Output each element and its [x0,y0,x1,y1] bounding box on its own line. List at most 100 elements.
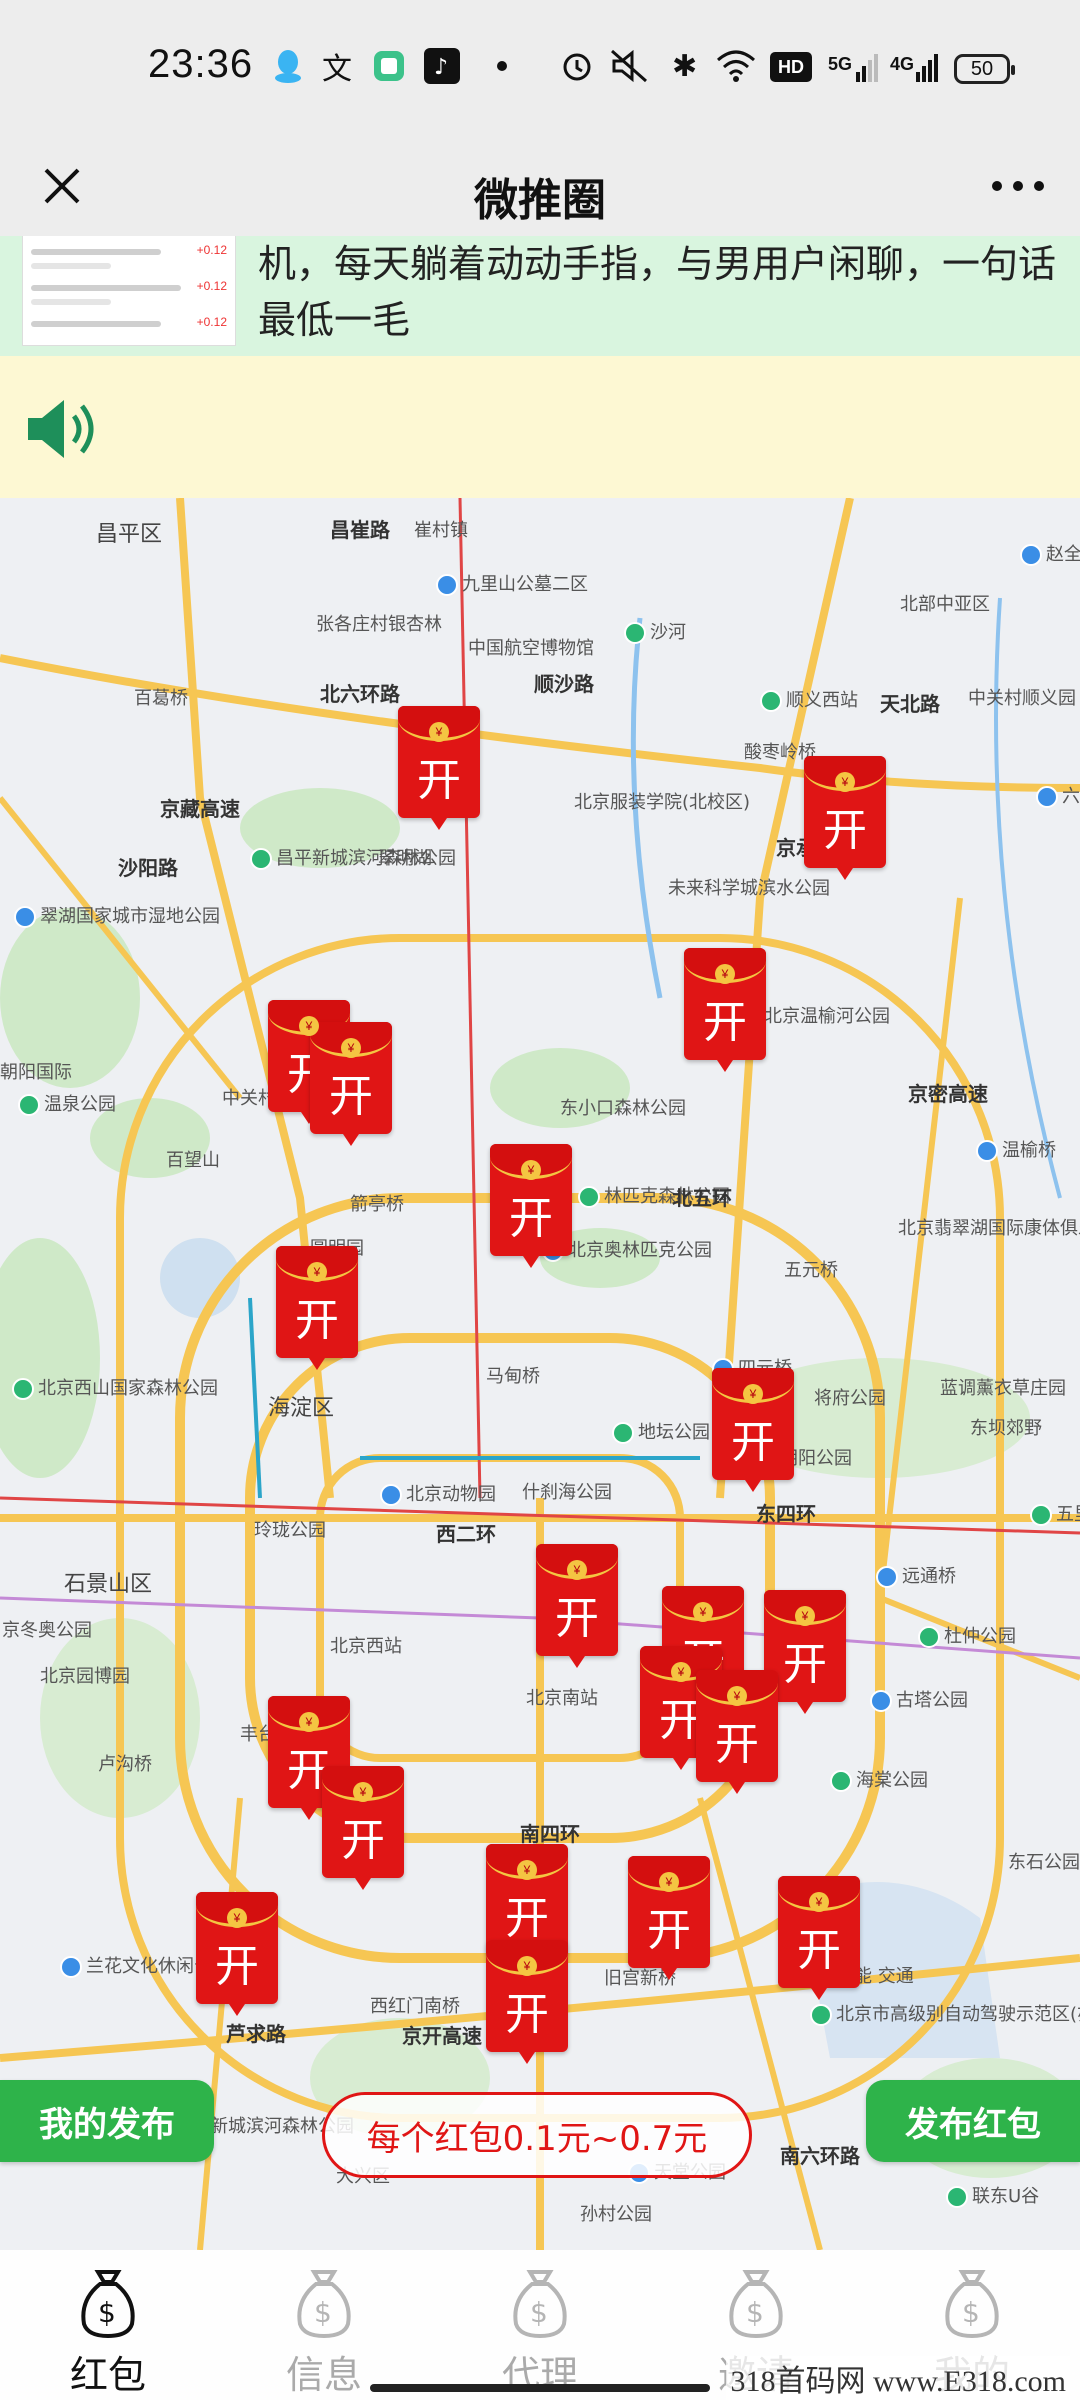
banner-text: 机，每天躺着动动手指，与男用户闲聊，一句话最低一毛 [258,242,1057,342]
map-label-text: 东坝郊野 [970,1418,1042,1439]
red-packet-marker[interactable]: ¥开 [778,1876,860,2000]
yuan-coin-icon: ¥ [341,1038,361,1058]
home-indicator[interactable] [370,2384,710,2392]
map-label: 北五环 [672,1182,732,1211]
map-label-text: 百葛桥 [134,688,188,709]
map-label-text: 孙村公园 [580,2204,652,2225]
red-packet-marker[interactable]: ¥开 [490,1144,572,1268]
map-label-text: 北京西站 [330,1636,402,1657]
map-label: 昌平区 [96,516,162,548]
poi-marker-icon [810,2004,832,2026]
map-label-text: 北六环路 [320,682,400,706]
speaker-icon[interactable] [26,394,106,464]
red-packet-marker[interactable]: ¥开 [804,756,886,880]
red-packet-marker[interactable]: ¥开 [398,706,480,830]
map-label-text: 昌崔路 [330,518,390,542]
map-label-text: 沙阳路 [118,856,178,880]
map-label-text: 九里山公墓二区 [462,574,588,595]
yuan-coin-icon: ¥ [517,1860,537,1880]
map-label-text: 张各庄村银杏林 [316,614,442,635]
map-label: 杜仲公园 [918,1622,1016,1648]
map-label: 马甸桥 [486,1362,540,1388]
red-packet-marker[interactable]: ¥开 [536,1544,618,1668]
poi-marker-icon [946,2186,968,2208]
red-packet-open-label: 开 [295,1295,339,1346]
map-label-text: 北京园博园 [40,1666,130,1687]
tab-label: 信息 [285,2353,362,2397]
map-label-text: 温泉公园 [44,1094,116,1115]
thumb-amount: +0.12 [196,315,227,329]
map-label-text: 京冬奥公园 [2,1620,92,1641]
tab-red-packet[interactable]: $ 红包 [0,2250,216,2400]
map-label-text: 东石公园 [1008,1852,1080,1873]
packet-range-badge: 每个红包0.1元~0.7元 [322,2092,752,2178]
map-label: 顺沙路 [534,668,594,697]
bluetooth-icon: ✱ [672,48,698,84]
red-packet-open-label: 开 [215,1941,259,1992]
map-label-text: 北京翡翠湖国际康体俱乐部 [898,1218,1080,1239]
yuan-coin-icon: ¥ [795,1606,815,1626]
yuan-coin-icon: ¥ [671,1662,691,1682]
yuan-coin-icon: ¥ [517,1956,537,1976]
map-label-text: 温榆桥 [1002,1140,1056,1161]
map-label: 崔村镇 [414,516,468,542]
map-label-text: 北京动物园 [406,1484,496,1505]
map-label-text: 杜仲公园 [944,1626,1016,1647]
tab-info[interactable]: $ 信息 [216,2250,432,2400]
red-packet-marker[interactable]: ¥开 [322,1766,404,1890]
promo-banner[interactable]: +0.12 +0.12 +0.12 机，每天躺着动动手指，与男用户闲聊，一句话最… [0,236,1080,356]
yuan-coin-icon: ¥ [727,1686,747,1706]
map-label: 海淀区 [268,1390,334,1422]
money-bag-icon: $ [76,2268,140,2340]
red-packet-marker[interactable]: ¥开 [276,1246,358,1370]
red-packet-marker[interactable]: ¥开 [696,1670,778,1794]
poi-marker-icon [18,1094,40,1116]
map-label: 东石公园 [1008,1848,1080,1874]
yuan-coin-icon: ¥ [567,1560,587,1580]
map-label: 百葛桥 [134,684,188,710]
translate-icon: 文 [322,52,352,87]
red-packet-marker[interactable]: ¥开 [486,1940,568,2064]
watermark: 318首码网 www.E318.com [726,2356,1070,2400]
yuan-coin-icon: ¥ [521,1160,541,1180]
banner-thumbnail: +0.12 +0.12 +0.12 [22,236,236,346]
signal-icon-1 [856,48,878,84]
map-label: 玲珑公园 [254,1516,326,1542]
map-label: 北京翡翠湖国际康体俱乐部 [898,1214,1080,1240]
map-label: 赵全营镇 [1020,540,1080,566]
map-label: 北京动物园 [380,1480,496,1506]
map-label: 北京服装学院(北校区) [574,788,750,814]
poi-marker-icon [60,1956,82,1978]
yuan-coin-icon: ¥ [227,1908,247,1928]
map-label: 五里桥 [1030,1500,1080,1526]
red-packet-marker[interactable]: ¥开 [196,1892,278,2016]
map-label: 南四环 [520,1818,580,1847]
red-packet-marker[interactable]: ¥开 [712,1368,794,1492]
red-packet-marker[interactable]: ¥开 [628,1856,710,1980]
map-label: 东坝郊野 [970,1414,1042,1440]
red-packet-marker[interactable]: ¥开 [684,948,766,1072]
dot-icon [496,48,508,84]
map-label-text: 蓝调薰衣草庄园 [940,1378,1066,1399]
money-bag-icon: $ [508,2268,572,2340]
map-label: 京藏高速 [160,793,240,822]
map-label: 翠明湖 [378,844,432,870]
map-label-text: 崔村镇 [414,520,468,541]
yuan-coin-icon: ¥ [835,772,855,792]
tab-agent[interactable]: $ 代理 [432,2250,648,2400]
red-packet-open-label: 开 [341,1815,385,1866]
map-view[interactable]: 昌平区 昌崔路 崔村镇 九里山公墓二区 张各庄村银杏林 中国航空博物馆 沙河 顺沙路 北部中亚区… [0,498,1080,2250]
my-posts-button[interactable]: 我的发布 [0,2080,214,2162]
more-button[interactable] [986,164,1050,208]
map-label: 北京西山国家森林公园 [12,1374,218,1400]
publish-packet-button[interactable]: 发布红包 [866,2080,1080,2162]
thumb-amount: +0.12 [196,279,227,293]
poi-marker-icon [1036,786,1058,808]
map-label-text: 联东U谷 [972,2186,1040,2207]
map-label: 联东U谷 [946,2182,1039,2208]
map-label: 南六环路 [780,2140,860,2169]
red-packet-marker[interactable]: ¥开 [310,1022,392,1146]
map-label: 北京温榆河公园 [764,1002,890,1028]
map-label-text: 古塔公园 [896,1690,968,1711]
map-label: 京密高速 [908,1078,988,1107]
